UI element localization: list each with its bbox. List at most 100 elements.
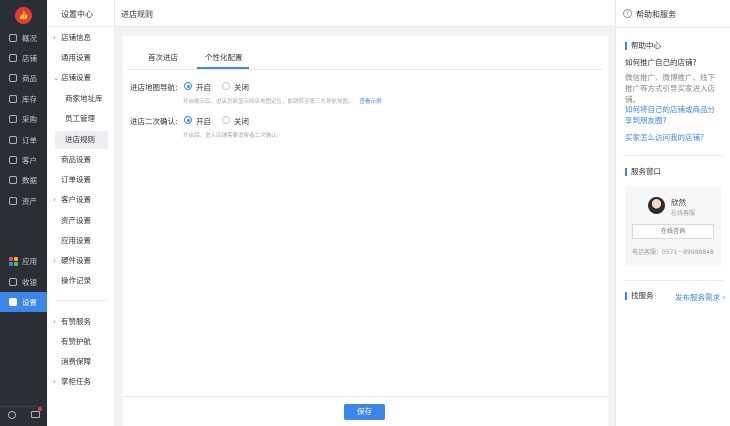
- nav-item-products[interactable]: 商品: [0, 68, 47, 88]
- store-icon: [9, 54, 17, 62]
- page-header: [115, 0, 615, 27]
- nav-item-assets[interactable]: 资产: [0, 191, 47, 211]
- menu-item-entry-rules[interactable]: 进店规则: [47, 131, 114, 149]
- content-card: [123, 36, 608, 426]
- page-title: 进店规则: [121, 10, 153, 19]
- overview-icon: [9, 34, 17, 42]
- purchase-icon: [9, 115, 17, 123]
- service-window-title: 服务窗口: [625, 168, 661, 176]
- menu-label: 店铺设置: [61, 73, 91, 82]
- menu-group-store-settings[interactable]: ⌄ 店铺设置: [47, 69, 114, 87]
- help-center-title: 帮助中心: [625, 42, 661, 50]
- menu-label: 应用设置: [61, 236, 91, 245]
- menu-label: 掌柜任务: [61, 377, 91, 386]
- view-example-link[interactable]: 查看示例: [360, 99, 382, 105]
- menu-label: 操作记录: [61, 276, 91, 285]
- gear-icon: [9, 298, 17, 306]
- nav-item-label: 库存: [22, 94, 37, 104]
- menu-label: 客户设置: [61, 195, 91, 204]
- menu-group-store-info[interactable]: › 店铺信息: [47, 29, 114, 47]
- menu-item-merchant-address[interactable]: 商家地址库: [47, 90, 114, 108]
- cashier-icon: [9, 278, 17, 286]
- nav-item-label: 客户: [22, 155, 37, 165]
- chevron-right-icon: ›: [53, 377, 56, 386]
- menu-label: 员工管理: [65, 114, 95, 123]
- menu-label: 有赞护航: [61, 337, 91, 346]
- avatar: [648, 197, 665, 214]
- nav-item-cashier[interactable]: 收银: [0, 272, 47, 292]
- store-logo-icon[interactable]: 👍: [15, 7, 32, 24]
- nav-item-settings[interactable]: 设置: [0, 292, 47, 312]
- menu-label: 通用设置: [61, 53, 91, 62]
- publish-service-link[interactable]: 发布服务需求 ›: [675, 292, 725, 303]
- chart-icon: [9, 176, 17, 184]
- search-icon[interactable]: [8, 411, 16, 419]
- divider: [615, 27, 730, 28]
- menu-item-consumer-guarantee[interactable]: 消费保障: [47, 353, 114, 371]
- menu-group-hardware[interactable]: › 硬件设置: [47, 252, 114, 270]
- menu-label: 硬件设置: [61, 256, 91, 265]
- nav-item-inventory[interactable]: 库存: [0, 89, 47, 109]
- nav-item-purchase[interactable]: 采购: [0, 109, 47, 129]
- nav-item-label: 商品: [22, 73, 37, 83]
- help-link-visit[interactable]: 买家怎么访问我的店铺?: [625, 132, 721, 143]
- help-answer: 微信推广、微博推广、线下推广等方式引导买家进入店铺。: [625, 73, 715, 104]
- second-confirm-off-radio[interactable]: [222, 116, 230, 124]
- order-icon: [9, 136, 17, 144]
- second-confirm-on-label[interactable]: 开启: [196, 116, 211, 127]
- question-icon: ?: [623, 9, 632, 18]
- help-link-share[interactable]: 如何将自己的店铺或商品分享到朋友圈?: [625, 104, 721, 126]
- menu-label: 订单设置: [61, 175, 91, 184]
- footer-divider: [123, 396, 608, 397]
- apps-grid-icon: [9, 256, 18, 266]
- nav-item-apps[interactable]: 应用: [0, 251, 47, 271]
- nav-item-orders[interactable]: 订单: [0, 130, 47, 150]
- help-question: 如何推广自己的店铺?: [625, 58, 697, 67]
- map-nav-on-radio[interactable]: [184, 82, 192, 90]
- map-nav-label: 进店地图导航:: [130, 83, 178, 92]
- nav-item-label: 概况: [22, 33, 37, 43]
- nav-item-customers[interactable]: 客户: [0, 150, 47, 170]
- find-service-title: 找服务: [625, 292, 654, 300]
- online-consult-button[interactable]: 在线咨询: [632, 224, 714, 239]
- map-nav-on-label[interactable]: 开启: [196, 82, 211, 93]
- notification-dot: [38, 407, 42, 411]
- nav-item-data[interactable]: 数据: [0, 170, 47, 190]
- inventory-icon: [9, 95, 17, 103]
- save-button[interactable]: 保存: [344, 404, 385, 420]
- nav-item-label: 资产: [22, 196, 37, 206]
- menu-item-product-settings[interactable]: 商品设置: [47, 151, 114, 169]
- map-nav-off-label[interactable]: 关闭: [234, 82, 249, 93]
- menu-item-app-settings[interactable]: 应用设置: [47, 232, 114, 250]
- chevron-down-icon: ⌄: [53, 73, 60, 82]
- menu-group-shopkeeper-tasks[interactable]: › 掌柜任务: [47, 373, 114, 391]
- phone-support: 电话客服：0571－89988848: [632, 249, 714, 256]
- nav-item-store[interactable]: 店铺: [0, 48, 47, 68]
- menu-item-logs[interactable]: 操作记录: [47, 272, 114, 290]
- menu-group-youzan-service[interactable]: › 有赞服务: [47, 313, 114, 331]
- second-confirm-on-radio[interactable]: [184, 116, 192, 124]
- divider: [623, 280, 723, 281]
- active-tab-indicator: [197, 67, 249, 69]
- agent-name: 欣然: [671, 198, 686, 207]
- menu-item-asset-settings[interactable]: 资产设置: [47, 212, 114, 230]
- menu-item-general[interactable]: 通用设置: [47, 49, 114, 67]
- nav-item-overview[interactable]: 概况: [0, 28, 47, 48]
- map-nav-hint-text: 开启展示后，进店页面显示网店地图定位，能跳转至第三方导航地图。: [183, 99, 354, 105]
- nav-item-label: 收银: [22, 277, 37, 287]
- message-icon[interactable]: [31, 411, 40, 418]
- menu-item-order-settings[interactable]: 订单设置: [47, 171, 114, 189]
- menu-label: 消费保障: [61, 357, 91, 366]
- menu-group-customer-settings[interactable]: › 客户设置: [47, 191, 114, 209]
- customer-icon: [9, 156, 17, 164]
- menu-item-staff[interactable]: 员工管理: [47, 110, 114, 128]
- tab-first-entry[interactable]: 首次进店: [148, 52, 178, 63]
- map-nav-off-radio[interactable]: [222, 82, 230, 90]
- help-panel-title: 帮助和服务: [636, 10, 676, 19]
- tab-personalized[interactable]: 个性化配置: [205, 52, 243, 63]
- divider: [623, 155, 723, 156]
- nav-item-label: 采购: [22, 114, 37, 124]
- second-confirm-off-label[interactable]: 关闭: [234, 116, 249, 127]
- menu-item-youzan-guard[interactable]: 有赞护航: [47, 333, 114, 351]
- menu-title: 设置中心: [61, 10, 93, 19]
